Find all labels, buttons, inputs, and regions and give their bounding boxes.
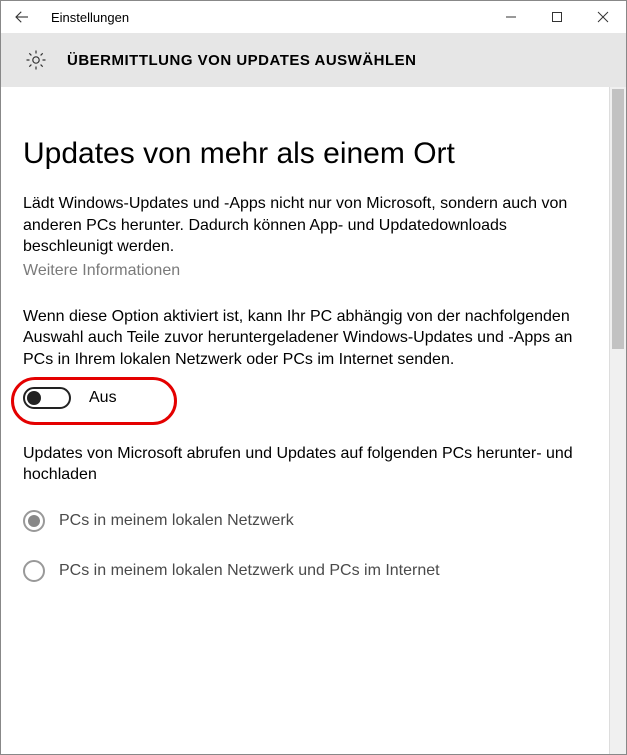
radio-icon	[23, 510, 45, 532]
section-heading: Updates von mehr als einem Ort	[23, 137, 587, 171]
radio-icon	[23, 560, 45, 582]
radio-label: PCs in meinem lokalen Netzwerk	[59, 512, 294, 530]
learn-more-link[interactable]: Weitere Informationen	[23, 262, 180, 280]
delivery-toggle[interactable]	[23, 387, 71, 409]
window-title: Einstellungen	[43, 10, 488, 25]
maximize-button[interactable]	[534, 1, 580, 33]
page-title: ÜBERMITTLUNG VON UPDATES AUSWÄHLEN	[67, 52, 417, 69]
gear-icon	[23, 47, 49, 73]
close-button[interactable]	[580, 1, 626, 33]
content-scroll: Updates von mehr als einem Ort Lädt Wind…	[1, 87, 609, 754]
radio-option-local[interactable]: PCs in meinem lokalen Netzwerk	[23, 510, 587, 532]
minimize-button[interactable]	[488, 1, 534, 33]
toggle-label: Aus	[89, 389, 117, 407]
radio-option-internet[interactable]: PCs in meinem lokalen Netzwerk und PCs i…	[23, 560, 587, 582]
description-1: Lädt Windows-Updates und -Apps nicht nur…	[23, 193, 583, 258]
scrollbar-thumb[interactable]	[612, 89, 624, 349]
toggle-knob	[27, 391, 41, 405]
vertical-scrollbar[interactable]	[609, 87, 626, 754]
title-bar: Einstellungen	[1, 1, 626, 33]
page-header: ÜBERMITTLUNG VON UPDATES AUSWÄHLEN	[1, 33, 626, 87]
description-2: Wenn diese Option aktiviert ist, kann Ih…	[23, 306, 583, 371]
settings-window: Einstellungen ÜBERMITTLUNG VON UPDATES A…	[0, 0, 627, 755]
back-button[interactable]	[1, 1, 43, 33]
content-area: Updates von mehr als einem Ort Lädt Wind…	[1, 87, 626, 754]
description-3: Updates von Microsoft abrufen und Update…	[23, 443, 583, 486]
delivery-toggle-row: Aus	[23, 387, 587, 409]
radio-label: PCs in meinem lokalen Netzwerk und PCs i…	[59, 562, 440, 580]
window-controls	[488, 1, 626, 33]
